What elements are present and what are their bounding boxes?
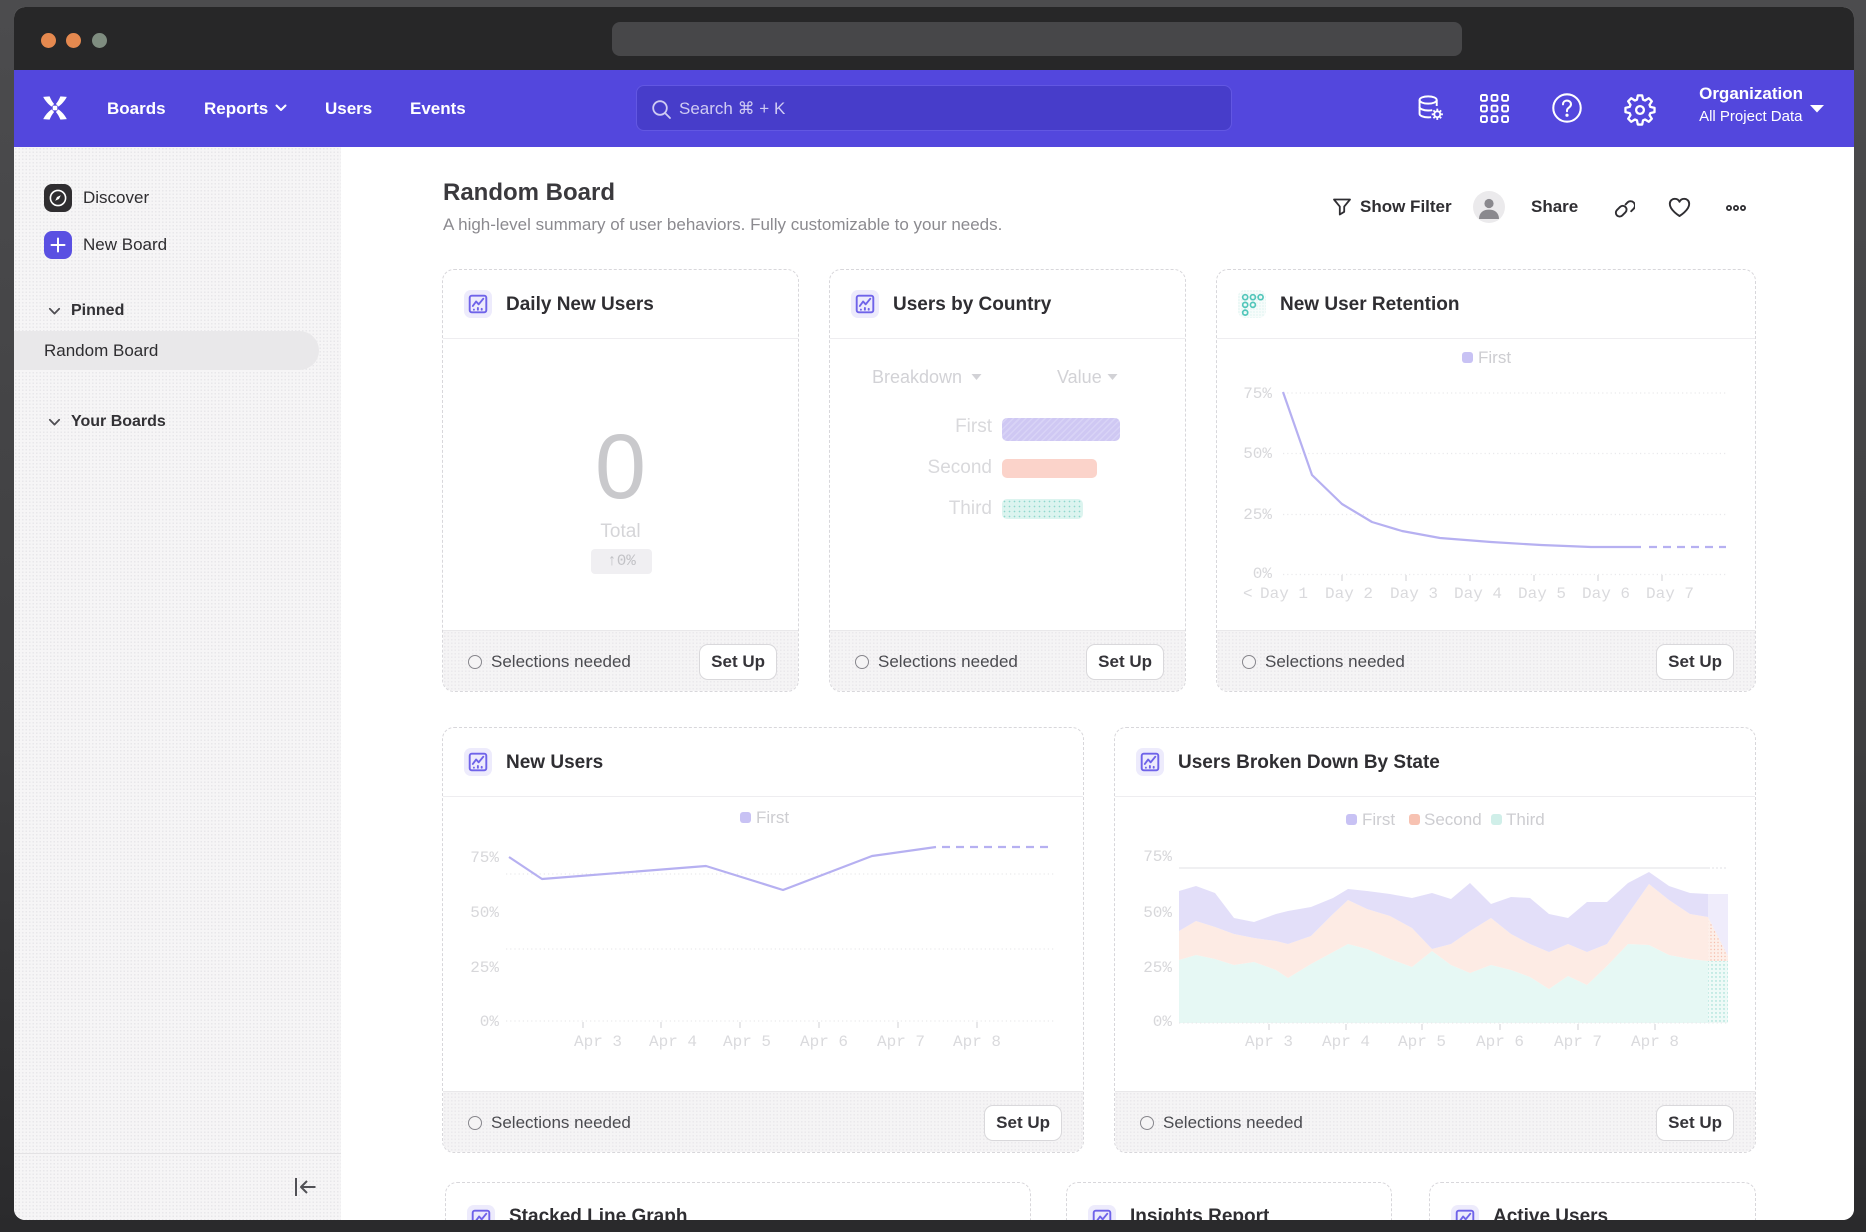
svg-text:Apr 4: Apr 4: [1322, 1033, 1370, 1051]
svg-text:Day 5: Day 5: [1518, 585, 1566, 603]
svg-text:25%: 25%: [1243, 506, 1272, 524]
svg-text:Day 4: Day 4: [1454, 585, 1502, 603]
svg-text:Apr 5: Apr 5: [723, 1033, 771, 1051]
svg-text:25%: 25%: [470, 959, 499, 977]
svg-text:Day 1: Day 1: [1260, 585, 1308, 603]
svg-text:25%: 25%: [1143, 959, 1172, 977]
svg-text:50%: 50%: [470, 904, 499, 922]
svg-text:Apr 7: Apr 7: [1554, 1033, 1602, 1051]
svg-text:Second: Second: [1424, 810, 1482, 829]
svg-text:Apr 3: Apr 3: [1245, 1033, 1293, 1051]
svg-text:Day 2: Day 2: [1325, 585, 1373, 603]
svg-text:Apr 8: Apr 8: [1631, 1033, 1679, 1051]
svg-text:First: First: [756, 808, 789, 827]
svg-text:Apr 6: Apr 6: [800, 1033, 848, 1051]
svg-text:75%: 75%: [470, 849, 499, 867]
svg-text:75%: 75%: [1143, 848, 1172, 866]
svg-text:0%: 0%: [1253, 565, 1273, 583]
svg-text:0%: 0%: [1153, 1013, 1173, 1031]
svg-text:Apr 5: Apr 5: [1398, 1033, 1446, 1051]
svg-text:Day 3: Day 3: [1390, 585, 1438, 603]
svg-text:First: First: [1478, 348, 1511, 367]
svg-text:First: First: [1362, 810, 1395, 829]
svg-text:Apr 7: Apr 7: [877, 1033, 925, 1051]
svg-text:Third: Third: [1506, 810, 1545, 829]
svg-text:Apr 6: Apr 6: [1476, 1033, 1524, 1051]
svg-text:75%: 75%: [1243, 385, 1272, 403]
svg-text:<: <: [1243, 585, 1253, 603]
svg-text:0%: 0%: [480, 1013, 500, 1031]
svg-text:Day 6: Day 6: [1582, 585, 1630, 603]
svg-text:Apr 8: Apr 8: [953, 1033, 1001, 1051]
svg-text:50%: 50%: [1243, 445, 1272, 463]
svg-text:50%: 50%: [1143, 904, 1172, 922]
svg-text:Day 7: Day 7: [1646, 585, 1694, 603]
svg-text:Apr 3: Apr 3: [574, 1033, 622, 1051]
svg-text:Apr 4: Apr 4: [649, 1033, 697, 1051]
